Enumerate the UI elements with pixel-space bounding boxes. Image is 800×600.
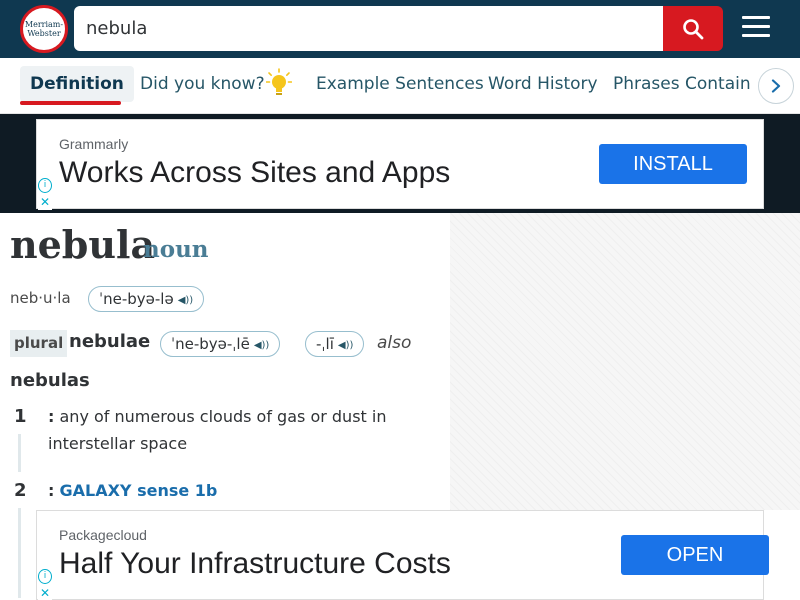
logo-line-2: Webster <box>27 29 61 38</box>
tab-example-sentences[interactable]: Example Sentences <box>316 66 484 102</box>
ad-close-icon[interactable]: ✕ <box>38 195 52 210</box>
sense-divider <box>18 434 21 472</box>
section-tabs: Definition Did you know? Example Sentenc… <box>0 58 800 114</box>
search-button[interactable] <box>663 6 723 51</box>
sense-colon: : <box>48 407 55 426</box>
also-label: also <box>377 333 412 353</box>
sense-divider <box>18 508 21 598</box>
ad-choices-top[interactable]: i ✕ <box>38 178 52 210</box>
active-tab-indicator <box>20 101 121 105</box>
sense-2-definition: : GALAXY sense 1b <box>48 477 428 504</box>
ad-choices-bottom[interactable]: i ✕ <box>38 569 52 600</box>
lightbulb-icon <box>266 68 292 95</box>
ad-open-button[interactable]: OPEN <box>621 535 769 575</box>
ad-install-button[interactable]: INSTALL <box>599 144 747 184</box>
tab-did-you-know[interactable]: Did you know? <box>140 66 265 102</box>
merriam-webster-logo[interactable]: Merriam- Webster <box>20 5 68 53</box>
search-icon <box>683 18 704 39</box>
plural-form: nebulae <box>69 331 151 352</box>
plural-alt-pronunciation-text: -ˌlī <box>316 335 334 353</box>
ad-close-icon[interactable]: ✕ <box>38 586 52 600</box>
ad-sponsor: Grammarly <box>59 136 129 152</box>
tab-word-history[interactable]: Word History <box>488 66 598 102</box>
tab-definition[interactable]: Definition <box>20 66 134 102</box>
plural-label: plural <box>10 330 68 357</box>
chevron-right-icon <box>771 79 781 93</box>
plural-pronunciation-button[interactable]: ˈne-byə-ˌlē ◀)) <box>160 331 281 357</box>
ad-headline: Half Your Infrastructure Costs <box>59 547 451 580</box>
sense-number: 2 <box>14 480 27 501</box>
hamburger-menu-icon[interactable] <box>742 16 770 40</box>
logo-line-1: Merriam- <box>24 20 64 29</box>
ad-info-icon[interactable]: i <box>38 178 52 193</box>
sense-colon: : <box>48 481 55 500</box>
sense-1-definition: : any of numerous clouds of gas or dust … <box>48 403 428 457</box>
definition-text: any of numerous clouds of gas or dust in… <box>48 407 387 453</box>
search-box <box>74 6 664 51</box>
tab-phrases-containing[interactable]: Phrases Containin <box>613 66 766 102</box>
pronunciation-button[interactable]: ˈne-byə-lə ◀)) <box>88 286 205 312</box>
plural-pronunciation-text: ˈne-byə-ˌlē <box>171 335 250 353</box>
speaker-icon: ◀)) <box>177 295 194 306</box>
syllabification: neb·u·la <box>10 289 71 307</box>
plural-alt-pronunciation-button[interactable]: -ˌlī ◀)) <box>305 331 365 357</box>
advertisement-top[interactable]: Grammarly Works Across Sites and Apps IN… <box>36 119 764 209</box>
search-input[interactable] <box>86 6 656 51</box>
site-header: Merriam- Webster <box>0 0 800 58</box>
cross-reference-link[interactable]: GALAXY sense 1b <box>60 481 218 500</box>
ad-info-icon[interactable]: i <box>38 569 52 584</box>
part-of-speech: noun <box>143 236 209 263</box>
headword: nebula <box>10 222 156 267</box>
speaker-icon: ◀)) <box>337 340 354 351</box>
pronunciation-text: ˈne-byə-lə <box>99 290 174 308</box>
sidebar-placeholder <box>450 213 800 510</box>
advertisement-bottom[interactable]: Packagecloud Half Your Infrastructure Co… <box>36 510 769 600</box>
ad-headline: Works Across Sites and Apps <box>59 156 451 189</box>
alternate-plural: nebulas <box>10 370 90 391</box>
tabs-next-button[interactable] <box>758 68 794 104</box>
ad-sponsor: Packagecloud <box>59 527 147 543</box>
speaker-icon: ◀)) <box>253 340 270 351</box>
sense-number: 1 <box>14 406 27 427</box>
